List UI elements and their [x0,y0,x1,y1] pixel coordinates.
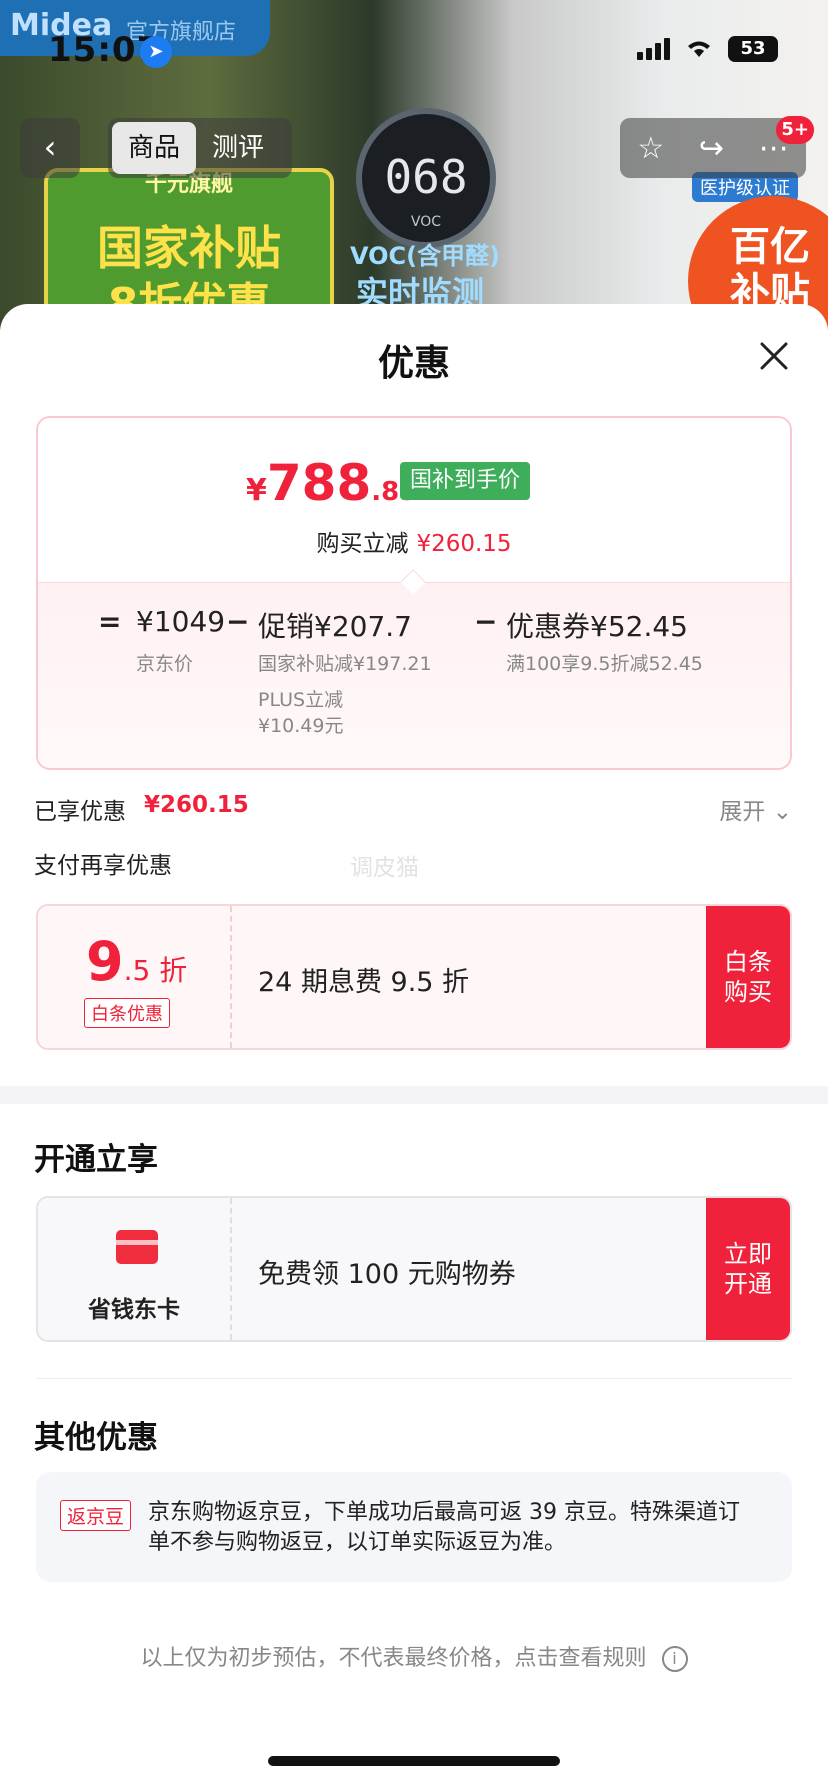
reduce-value: ¥260.15 [416,531,512,557]
home-indicator [268,1756,560,1766]
open-section-title: 开通立享 [34,1142,158,1178]
reduce-row: 购买立减 ¥260.15 [38,524,790,558]
baitiao-offer-text: 24 期息费 9.5 折 [258,967,470,998]
baitiao-discount-fraction: .5 折 [123,954,188,987]
card-icon [116,1230,158,1264]
price-calculation: = ¥1049 京东价 − 促销¥207.7 国家补贴减¥197.21 PLUS… [38,582,790,768]
discount-sheet: 优惠 ¥788.85 国补到手价 购买立减 ¥260.15 = ¥1049 京东价… [0,304,828,1792]
product-banner: Midea 官方旗舰店 千元旗舰 国家补贴 8折优惠 068 VOC VOC(含… [0,0,828,330]
device-label: VOC [410,214,442,230]
promo-detail-plus: PLUS立减 [258,689,344,711]
share-icon[interactable]: ↪ [699,131,724,166]
baitiao-discount-integer: 9 [86,930,124,993]
jd-bean-card: 返京豆 京东购物返京豆，下单成功后最高可返 39 京豆。特殊渠道订单不参与购物返… [36,1472,792,1582]
promo-subsidy-graphic: 千元旗舰 国家补贴 8折优惠 [44,168,334,330]
open-now-button[interactable]: 立即开通 [706,1198,790,1340]
other-section-title: 其他优惠 [34,1420,158,1456]
final-price-currency: ¥ [246,473,267,508]
footer-note-text: 以上仅为初步预估，不代表最终价格，点击查看规则 [140,1646,647,1671]
baitiao-tag: 白条优惠 [84,998,170,1028]
price-summary: ¥788.85 国补到手价 购买立减 ¥260.15 [38,418,790,582]
section-divider [0,1086,828,1104]
close-icon[interactable] [754,336,794,376]
coupon-amount: 优惠券¥52.45 [506,610,688,643]
subsidy-price-tag: 国补到手价 [400,462,531,500]
baitiao-offer-card[interactable]: 9.5 折 白条优惠 24 期息费 9.5 折 白条购买 [36,904,792,1050]
jd-bean-tag: 返京豆 [60,1500,132,1531]
message-badge: 5+ [776,116,814,144]
location-arrow-icon: ➤ [140,36,172,68]
pay-offers-label: 支付再享优惠 [34,853,172,879]
back-button[interactable]: ‹ [20,118,80,178]
chevron-down-icon: ⌄ [772,799,792,825]
watermark: 调皮猫 [350,855,419,881]
saving-card-name: 省钱东卡 [88,1297,180,1323]
saving-card-offer[interactable]: 省钱东卡 免费领 100 元购物券 立即开通 [36,1196,792,1342]
minus-sign: − [474,605,498,638]
coupon-detail: 满100享9.5折减52.45 [506,653,703,675]
sheet-title: 优惠 [377,343,450,384]
jd-price-label: 京东价 [136,653,194,675]
saving-card-block: 省钱东卡 [38,1198,232,1340]
minus-sign: − [226,605,250,638]
equals-sign: = [98,605,122,638]
star-icon[interactable]: ☆ [637,131,664,166]
voc-line-1: VOC(含甲醛) [350,242,501,270]
saving-card-offer-text: 免费领 100 元购物券 [258,1259,516,1290]
status-indicators: 53 [637,36,778,62]
tab-review[interactable]: 测评 [196,122,280,174]
jd-price: ¥1049 [136,605,226,638]
nav-tabs: 商品 测评 [108,118,292,178]
jd-bean-text: 京东购物返京豆，下单成功后最高可返 39 京豆。特殊渠道订单不参与购物返豆，以订… [148,1500,740,1555]
baitiao-discount-value: 9.5 折 [86,930,187,993]
final-price-integer: 788 [266,454,372,512]
baitiao-buy-button[interactable]: 白条购买 [706,906,790,1048]
info-icon: i [661,1646,688,1672]
divider [36,1378,792,1379]
reduce-label: 购买立减 [316,531,409,557]
price-breakdown-card: ¥788.85 国补到手价 购买立减 ¥260.15 = ¥1049 京东价 − … [36,416,792,770]
cellular-signal-icon [637,38,670,60]
device-value: 068 [384,150,468,204]
final-price: ¥788.85 [246,454,417,512]
rules-link[interactable]: 以上仅为初步预估，不代表最终价格，点击查看规则 i [0,1640,828,1672]
enjoyed-value: ¥260.15 [144,792,249,818]
battery-icon: 53 [728,36,778,62]
baitiao-discount-block: 9.5 折 白条优惠 [38,906,232,1048]
enjoyed-label: 已享优惠 [34,799,126,825]
promo-detail-plus-amount: ¥10.49元 [258,715,344,737]
wifi-icon [684,37,714,62]
promo-detail-subsidy: 国家补贴减¥197.21 [258,653,432,675]
promo-amount: 促销¥207.7 [258,610,412,643]
expand-button[interactable]: 展开 ⌄ [719,792,792,826]
tab-product[interactable]: 商品 [112,122,197,174]
expand-label: 展开 [719,799,766,825]
device-display: 068 VOC [356,108,496,248]
